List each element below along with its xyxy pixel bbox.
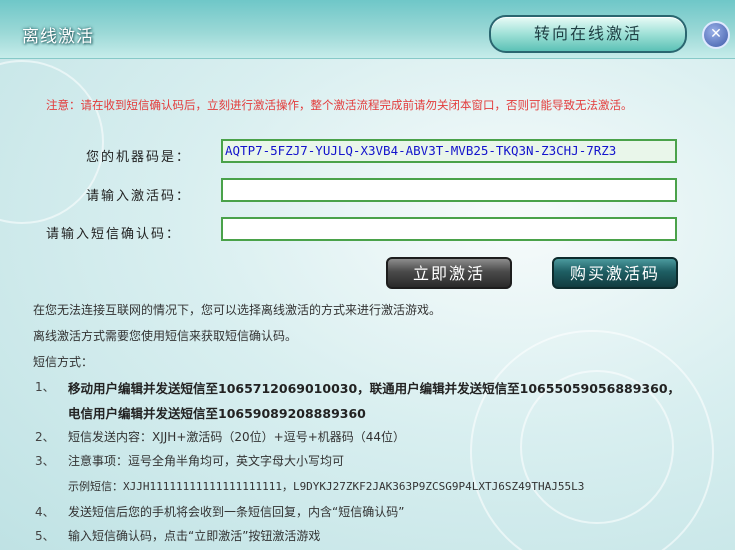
sms-method-heading: 短信方式： (33, 355, 94, 369)
step2-text: 短信发送内容：XJJH+激活码（20位）+逗号+机器码（44位） (68, 430, 406, 444)
step3-text: 注意事项：逗号全角半角均可，英文字母大小写均可 (68, 454, 345, 468)
step-number: 5、 (35, 529, 55, 543)
step-number: 2、 (35, 430, 55, 444)
switch-to-online-activation-button[interactable]: 转向在线激活 (489, 15, 687, 53)
machine-code-field[interactable]: AQTP7-5FZJ7-YUJLQ-X3VB4-ABV3T-MVB25-TKQ3… (221, 139, 677, 163)
activation-code-label: 请输入激活码： (86, 189, 192, 204)
window-title: 离线激活 (22, 27, 94, 47)
activation-code-input[interactable] (223, 180, 675, 201)
step-number: 1、 (35, 380, 55, 394)
step1-line2: 电信用户编辑并发送短信至10659089208889360 (68, 406, 366, 421)
sms-code-label: 请输入短信确认码： (46, 227, 182, 242)
sms-code-input[interactable] (223, 219, 675, 240)
step-number: 4、 (35, 505, 55, 519)
intro-text-2: 离线激活方式需要您使用短信来获取短信确认码。 (33, 329, 298, 343)
step4-text: 发送短信后您的手机将会收到一条短信回复，内含“短信确认码” (68, 505, 405, 519)
sms-code-field[interactable] (221, 217, 677, 241)
close-icon[interactable]: ✕ (702, 21, 730, 49)
offline-activation-window: 离线激活 转向在线激活 ✕ 注意：请在收到短信确认码后，立刻进行激活操作，整个激… (0, 0, 735, 550)
activate-now-button[interactable]: 立即激活 (386, 257, 512, 289)
step1-line1: 移动用户编辑并发送短信至1065712069010030，联通用户编辑并发送短信… (68, 381, 681, 396)
step5-text: 输入短信确认码，点击“立即激活”按钮激活游戏 (68, 529, 321, 543)
title-bar: 离线激活 转向在线激活 ✕ (0, 0, 735, 59)
machine-code-label: 您的机器码是： (86, 150, 192, 165)
intro-text-1: 在您无法连接互联网的情况下，您可以选择离线激活的方式来进行激活游戏。 (33, 303, 442, 317)
warning-notice: 注意：请在收到短信确认码后，立刻进行激活操作，整个激活流程完成前请勿关闭本窗口，… (46, 98, 633, 112)
buy-activation-code-button[interactable]: 购买激活码 (552, 257, 678, 289)
activation-code-field[interactable] (221, 178, 677, 202)
step-number: 3、 (35, 454, 55, 468)
example-sms: 示例短信：XJJH11111111111111111111，L9DYKJ27ZK… (68, 480, 585, 493)
